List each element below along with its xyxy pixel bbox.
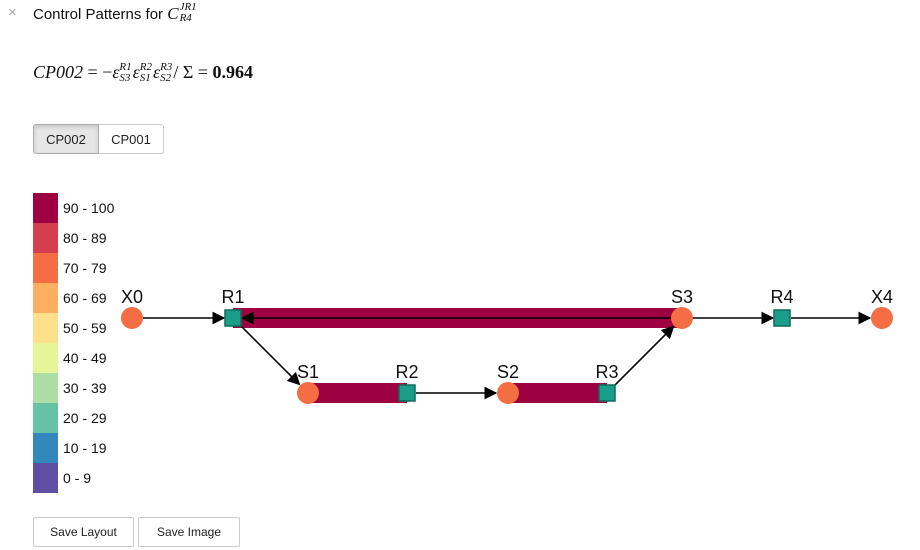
reaction-network: X0 R1 S3 R4 X4 S1 R2 S2 R3 xyxy=(121,287,893,404)
node-label-x4: X4 xyxy=(871,287,893,307)
save-layout-button[interactable]: Save Layout xyxy=(33,517,134,547)
species-node-x0 xyxy=(121,307,143,329)
species-node-s3 xyxy=(671,307,693,329)
edge-r3-s3 xyxy=(612,325,675,388)
node-label-r1: R1 xyxy=(221,287,244,307)
node-label-s3: S3 xyxy=(671,287,693,307)
species-node-x4 xyxy=(871,307,893,329)
reaction-node-r2 xyxy=(398,384,416,402)
reaction-node-r3 xyxy=(598,384,616,402)
node-label-s2: S2 xyxy=(497,362,519,382)
node-label-r2: R2 xyxy=(395,362,418,382)
node-label-r3: R3 xyxy=(595,362,618,382)
reaction-node-r4 xyxy=(773,309,791,327)
node-label-r4: R4 xyxy=(770,287,793,307)
node-label-x0: X0 xyxy=(121,287,143,307)
node-label-s1: S1 xyxy=(297,362,319,382)
save-image-button[interactable]: Save Image xyxy=(138,517,240,547)
species-node-s1 xyxy=(297,382,319,404)
edge-r1-s1 xyxy=(238,323,301,386)
species-node-s2 xyxy=(497,382,519,404)
reaction-node-r1 xyxy=(224,309,242,327)
